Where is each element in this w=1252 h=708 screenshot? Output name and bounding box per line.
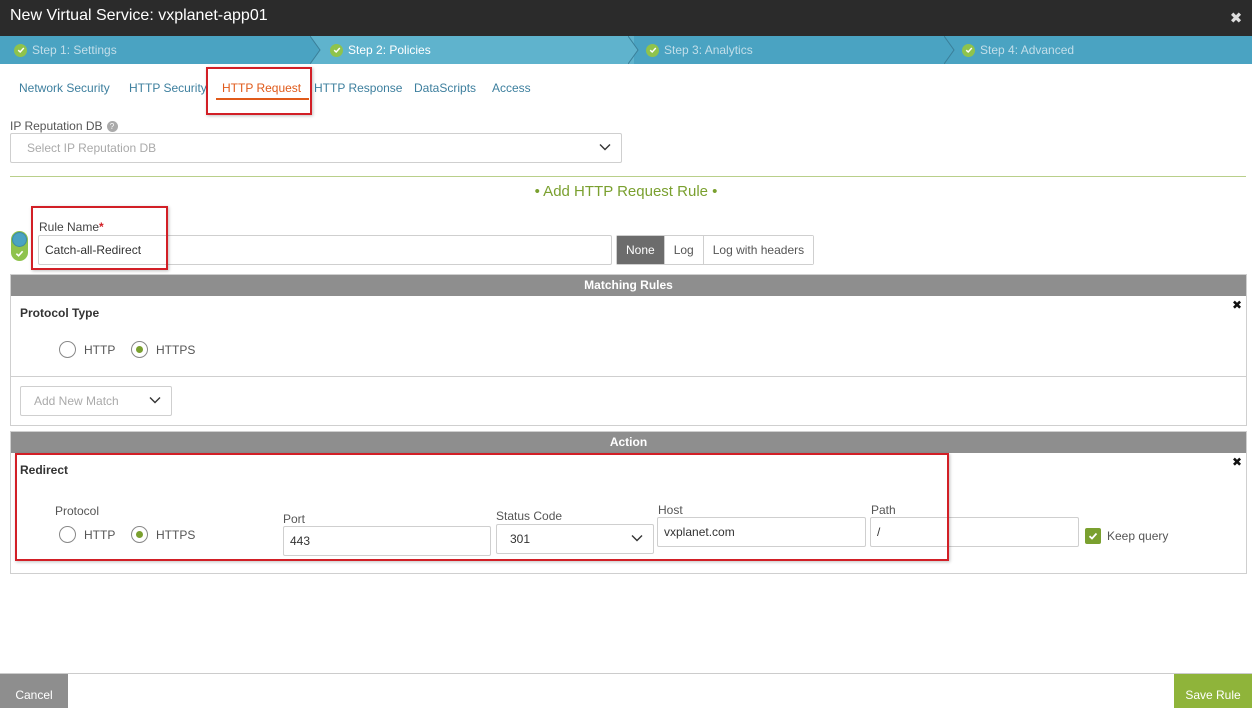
port-label: Port: [283, 512, 306, 526]
close-icon[interactable]: ✖: [1232, 455, 1242, 469]
log-none-button[interactable]: None: [617, 236, 664, 264]
match-protocol-https[interactable]: HTTPS: [131, 341, 195, 358]
window-title: New Virtual Service: vxplanet-app01: [10, 7, 268, 24]
rule-name-label: Rule Name*: [39, 220, 104, 234]
step-separator: [944, 36, 955, 64]
footer: Cancel Save Rule: [0, 673, 1252, 708]
radio-icon: [59, 341, 76, 358]
host-label: Host: [658, 503, 683, 517]
step-policies[interactable]: Step 2: Policies: [322, 36, 634, 64]
check-icon: [330, 43, 343, 57]
divider: [11, 376, 1246, 377]
redirect-protocol-https[interactable]: HTTPS: [131, 526, 195, 543]
step-label: Step 1: Settings: [32, 43, 117, 57]
rule-enable-toggle[interactable]: [11, 231, 28, 261]
cancel-button[interactable]: Cancel: [0, 674, 68, 708]
radio-icon: [131, 341, 148, 358]
chevron-down-icon: [149, 397, 161, 404]
step-label: Step 4: Advanced: [980, 43, 1075, 57]
tab-http-security[interactable]: HTTP Security: [129, 81, 207, 95]
tab-access[interactable]: Access: [492, 81, 531, 95]
log-options: None Log Log with headers: [616, 235, 815, 265]
step-label: Step 2: Policies: [348, 43, 431, 57]
add-new-match-select[interactable]: Add New Match: [20, 386, 172, 416]
log-button[interactable]: Log: [663, 236, 703, 264]
radio-icon: [131, 526, 148, 543]
status-code-label: Status Code: [496, 509, 563, 523]
close-icon[interactable]: ✖: [1232, 298, 1242, 312]
check-icon: [15, 250, 24, 257]
step-analytics[interactable]: Step 3: Analytics: [646, 36, 753, 64]
policy-tabs: Network Security HTTP Security HTTP Requ…: [0, 80, 1252, 102]
protocol-type-title: Protocol Type: [20, 306, 100, 320]
title-bar: New Virtual Service: vxplanet-app01 ✖: [0, 0, 1252, 36]
add-rule-title: • Add HTTP Request Rule •: [534, 183, 718, 200]
chevron-down-icon: [599, 144, 611, 151]
tab-datascripts[interactable]: DataScripts: [414, 81, 476, 95]
ip-reputation-label: IP Reputation DB?: [10, 119, 118, 133]
redirect-protocol-http[interactable]: HTTP: [59, 526, 115, 543]
tab-http-response[interactable]: HTTP Response: [314, 81, 402, 95]
matching-rules-header: Matching Rules: [11, 275, 1246, 296]
help-icon[interactable]: ?: [106, 121, 118, 132]
port-input[interactable]: 443: [283, 526, 491, 556]
host-input[interactable]: vxplanet.com: [657, 517, 866, 547]
check-icon: [962, 43, 975, 57]
match-protocol-http[interactable]: HTTP: [59, 341, 115, 358]
close-icon[interactable]: ✖: [1220, 0, 1252, 36]
status-code-select[interactable]: 301: [496, 524, 654, 554]
check-icon: [646, 43, 659, 57]
protocol-label: Protocol: [55, 504, 100, 518]
step-settings[interactable]: Step 1: Settings: [14, 36, 117, 64]
ip-reputation-select[interactable]: Select IP Reputation DB: [10, 133, 622, 163]
action-panel: Action ✖ Redirect Protocol HTTP HTTPS Po…: [10, 431, 1247, 574]
required-mark: *: [99, 220, 104, 234]
check-icon: [1085, 528, 1101, 544]
save-rule-button[interactable]: Save Rule: [1174, 674, 1252, 708]
tab-http-request[interactable]: HTTP Request: [215, 81, 310, 100]
action-header: Action: [11, 432, 1246, 453]
radio-icon: [59, 526, 76, 543]
path-input[interactable]: /: [870, 517, 1079, 547]
divider: [10, 176, 1246, 177]
toggle-knob: [12, 232, 27, 247]
step-label: Step 3: Analytics: [664, 43, 753, 57]
rule-name-input[interactable]: Catch-all-Redirect: [38, 235, 612, 265]
step-separator: [628, 36, 639, 64]
wizard-steps: Step 1: Settings Step 2: Policies Step 3…: [0, 36, 1252, 64]
step-advanced[interactable]: Step 4: Advanced: [962, 36, 1074, 64]
path-label: Path: [871, 503, 896, 517]
tab-network-security[interactable]: Network Security: [19, 81, 110, 95]
step-separator: [310, 36, 322, 64]
matching-rules-panel: Matching Rules ✖ Protocol Type HTTP HTTP…: [10, 274, 1247, 426]
keep-query-checkbox[interactable]: Keep query: [1085, 528, 1168, 544]
log-with-headers-button[interactable]: Log with headers: [702, 236, 814, 264]
check-icon: [14, 43, 27, 57]
chevron-down-icon: [631, 535, 643, 542]
redirect-title: Redirect: [20, 463, 69, 477]
